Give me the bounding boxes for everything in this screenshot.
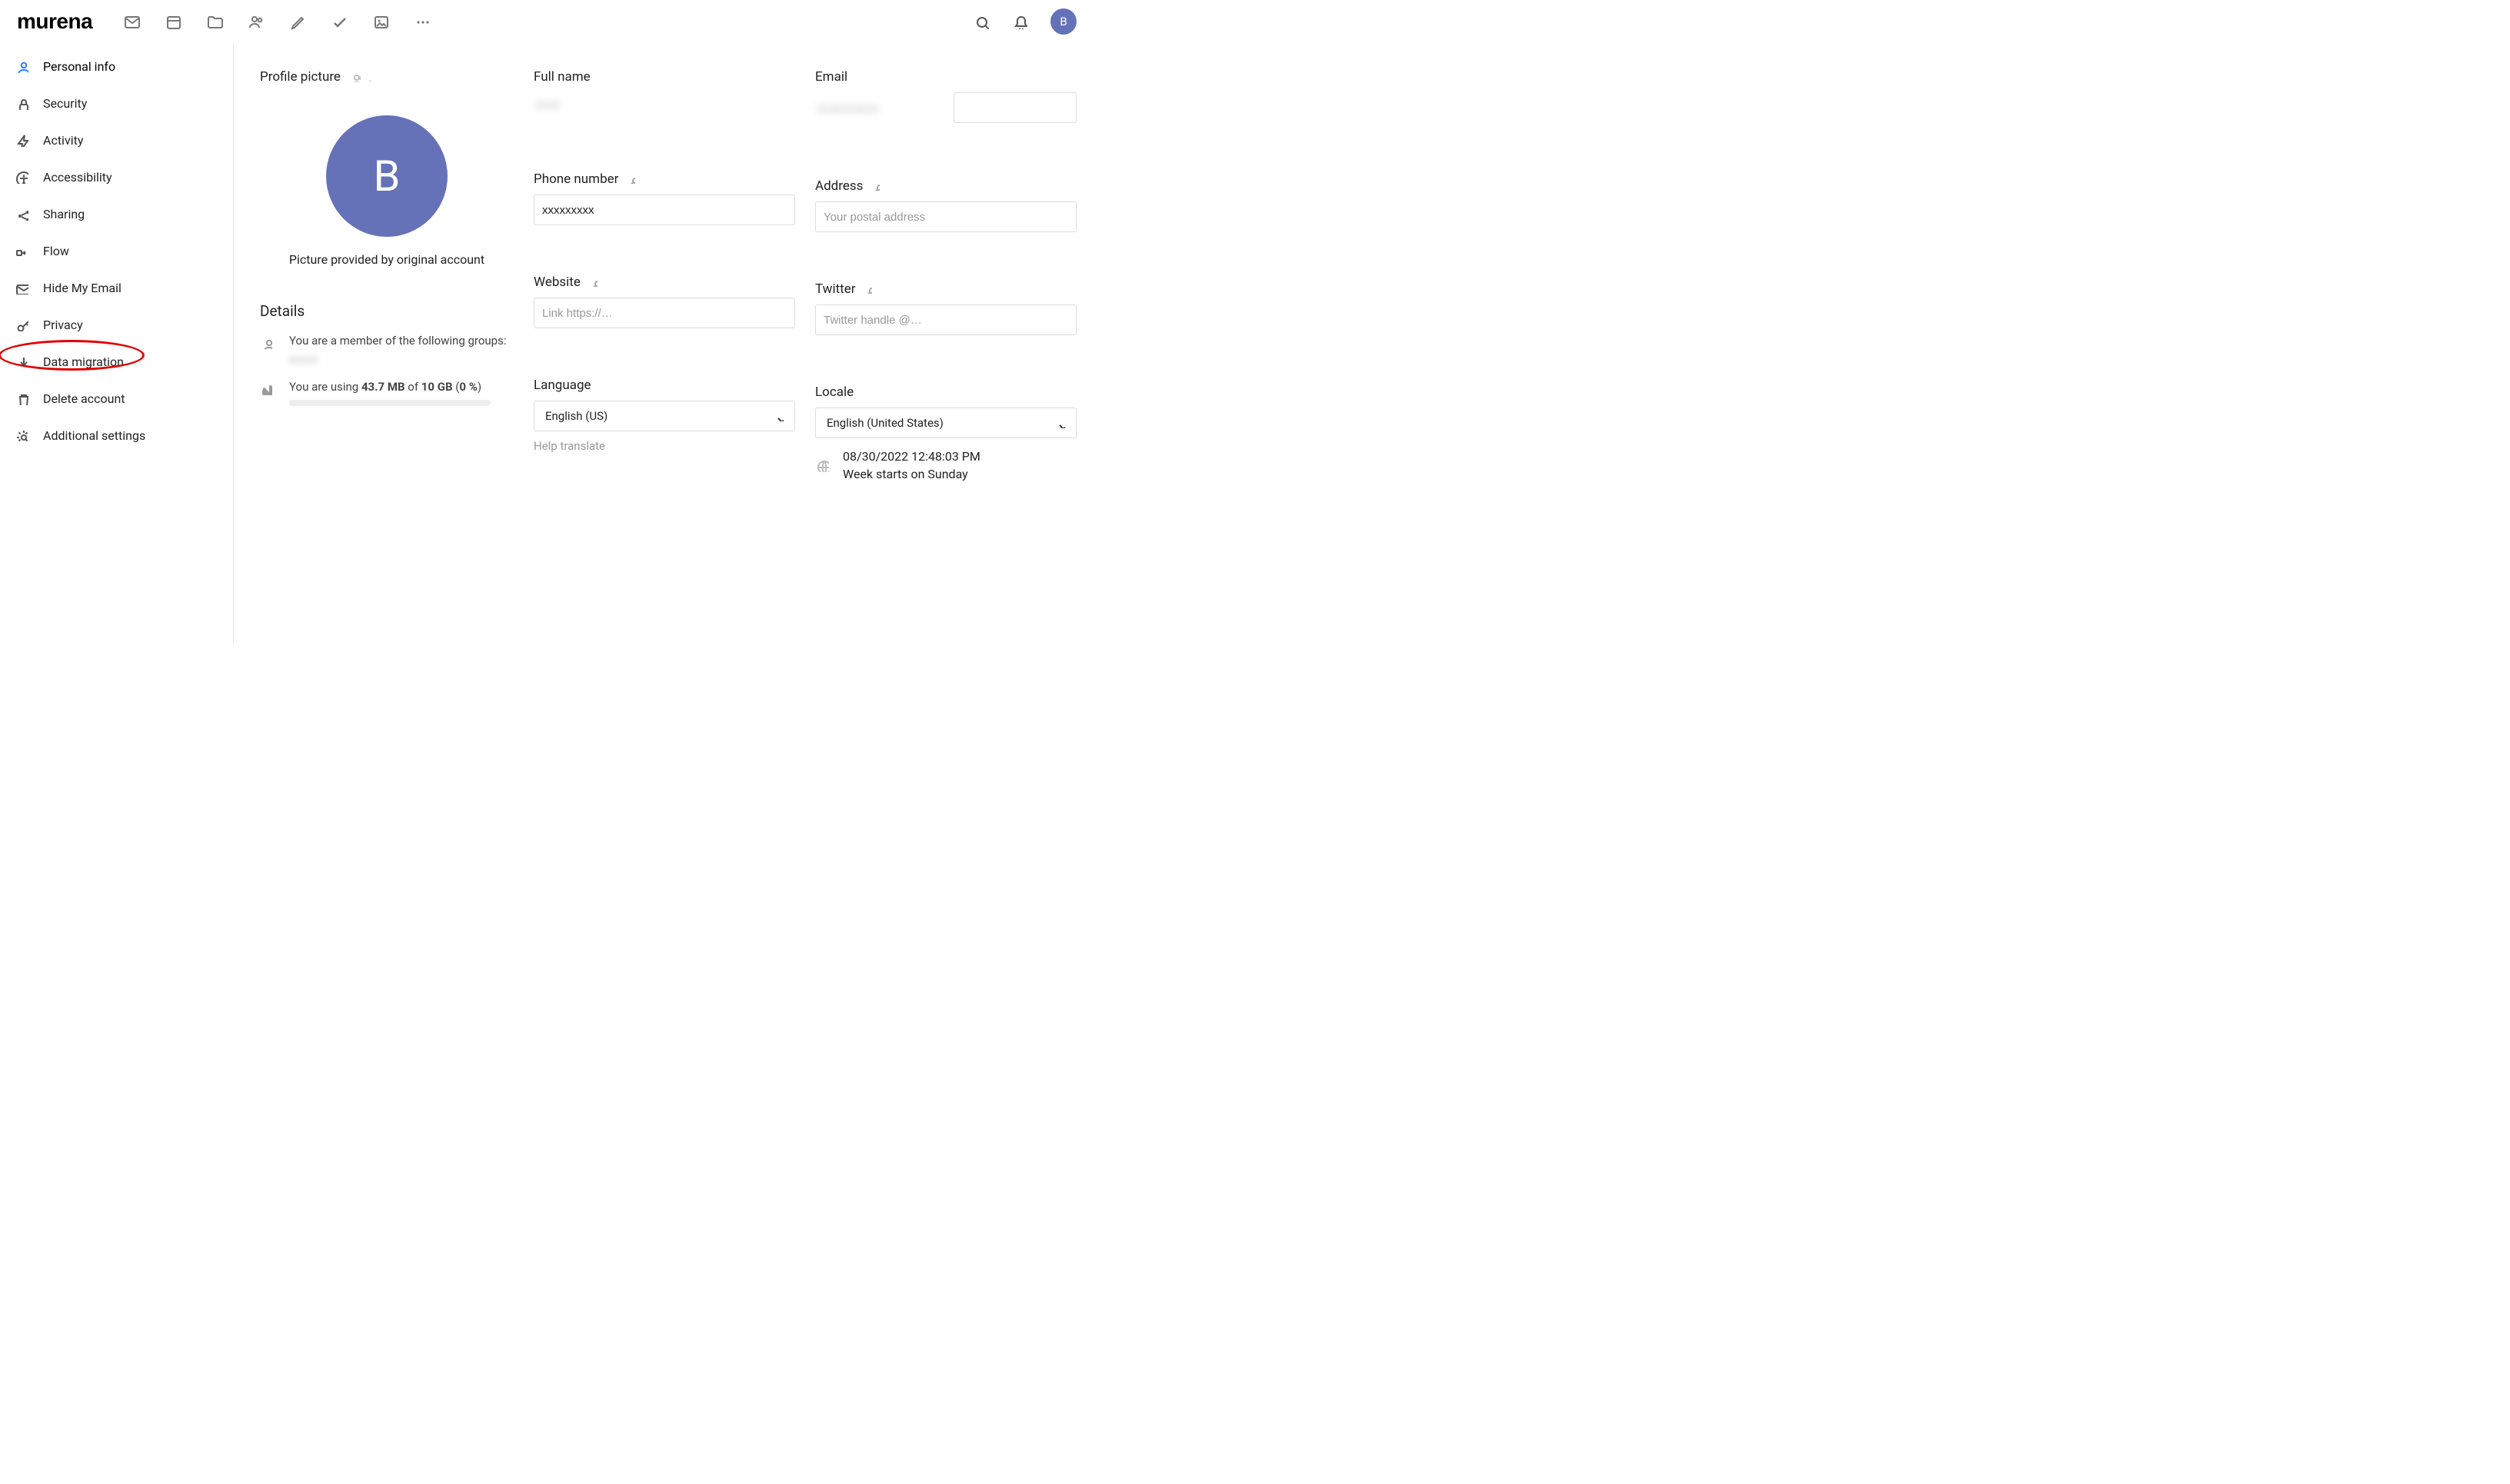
share-icon xyxy=(14,207,29,221)
groups-value-masked: xxxxx xyxy=(289,352,318,366)
email-label: Email xyxy=(815,69,847,85)
sidebar-item-accessibility[interactable]: Accessibility xyxy=(0,158,233,195)
sidebar-item-sharing[interactable]: Sharing xyxy=(0,195,233,232)
profile-picture-caption: Picture provided by original account xyxy=(260,252,514,267)
nav-tasks-icon[interactable] xyxy=(331,13,348,30)
sidebar-item-additional-settings[interactable]: Additional settings xyxy=(0,417,233,454)
website-scope-toggle[interactable] xyxy=(588,278,608,287)
sidebar-item-label: Activity xyxy=(43,133,83,148)
sidebar-item-label: Data migration xyxy=(43,354,124,369)
fullname-label: Full name xyxy=(534,69,591,85)
sidebar-item-label: Accessibility xyxy=(43,170,112,185)
fullname-value-masked: xxxx xyxy=(534,92,795,116)
sidebar-item-delete-account[interactable]: Delete account xyxy=(0,380,233,417)
sidebar-item-label: Additional settings xyxy=(43,428,145,443)
envelope-icon xyxy=(14,281,29,294)
globe-icon xyxy=(815,458,829,472)
sidebar-item-label: Sharing xyxy=(43,207,85,221)
sidebar-item-label: Flow xyxy=(43,244,69,258)
topbar-right: B xyxy=(974,8,1077,35)
notifications-icon[interactable] xyxy=(1012,14,1027,29)
twitter-label: Twitter xyxy=(815,281,855,297)
locale-datetime: 08/30/2022 12:48:03 PM xyxy=(843,449,980,464)
lock-icon xyxy=(14,96,29,110)
picture-scope-toggle[interactable] xyxy=(350,72,373,82)
storage-text: You are using 43.7 MB of 10 GB (0 %) xyxy=(289,380,491,394)
locale-week-start: Week starts on Sunday xyxy=(843,467,980,481)
sidebar-item-label: Personal info xyxy=(43,59,115,74)
language-select[interactable]: English (US) xyxy=(534,401,795,431)
trash-icon xyxy=(14,391,29,405)
email-value-masked: xxxxxxxxxx xyxy=(815,96,947,120)
locale-label: Locale xyxy=(815,384,854,400)
gear-icon xyxy=(14,428,29,442)
help-translate-link[interactable]: Help translate xyxy=(534,439,605,453)
member-icon xyxy=(260,337,272,349)
language-label: Language xyxy=(534,378,591,393)
sidebar-item-data-migration[interactable]: Data migration xyxy=(0,343,233,380)
profile-picture-title: Profile picture xyxy=(260,69,341,85)
phone-scope-toggle[interactable] xyxy=(626,175,645,184)
website-label: Website xyxy=(534,275,581,290)
nav-more-icon[interactable] xyxy=(414,13,431,30)
brand-logo[interactable]: murena xyxy=(17,9,92,34)
address-label: Address xyxy=(815,178,863,194)
sidebar-item-hide-my-email[interactable]: Hide My Email xyxy=(0,269,233,306)
user-icon xyxy=(14,59,29,73)
address-input[interactable] xyxy=(815,201,1077,232)
locale-select[interactable]: English (United States) xyxy=(815,408,1077,438)
groups-text: You are a member of the following groups… xyxy=(289,334,506,348)
flow-icon xyxy=(14,244,29,258)
sidebar-item-personal-info[interactable]: Personal info xyxy=(0,48,233,85)
sidebar-item-security[interactable]: Security xyxy=(0,85,233,121)
storage-icon xyxy=(260,383,272,395)
sidebar-item-label: Hide My Email xyxy=(43,281,122,295)
nav-calendar-icon[interactable] xyxy=(165,13,181,30)
storage-progress xyxy=(289,400,491,406)
accessibility-icon xyxy=(14,170,29,184)
nav-icons xyxy=(123,13,431,30)
phone-label: Phone number xyxy=(534,171,618,187)
settings-sidebar: Personal info Security Activity Accessib… xyxy=(0,43,234,643)
website-input[interactable] xyxy=(534,298,795,328)
search-icon[interactable] xyxy=(974,14,989,29)
download-icon xyxy=(14,354,29,368)
email-extra-input[interactable] xyxy=(954,92,1077,123)
nav-notes-icon[interactable] xyxy=(289,13,306,30)
twitter-input[interactable] xyxy=(815,304,1077,335)
sidebar-item-activity[interactable]: Activity xyxy=(0,121,233,158)
key-icon xyxy=(14,318,29,331)
phone-input[interactable] xyxy=(534,195,795,225)
details-heading: Details xyxy=(260,302,514,320)
sidebar-item-label: Security xyxy=(43,96,87,111)
nav-contacts-icon[interactable] xyxy=(248,13,265,30)
nav-photos-icon[interactable] xyxy=(372,13,389,30)
sidebar-item-flow[interactable]: Flow xyxy=(0,232,233,269)
main-content: Profile picture B Picture provided by or… xyxy=(234,43,1092,643)
twitter-scope-toggle[interactable] xyxy=(863,284,882,294)
topbar: murena B xyxy=(0,0,1092,43)
sidebar-item-label: Delete account xyxy=(43,391,125,406)
sidebar-item-label: Privacy xyxy=(43,318,83,332)
nav-mail-icon[interactable] xyxy=(123,13,140,30)
address-scope-toggle[interactable] xyxy=(871,181,890,191)
sidebar-item-privacy[interactable]: Privacy xyxy=(0,306,233,343)
user-avatar-menu[interactable]: B xyxy=(1050,8,1077,35)
nav-files-icon[interactable] xyxy=(206,13,223,30)
bolt-icon xyxy=(14,133,29,147)
profile-avatar: B xyxy=(326,115,448,237)
